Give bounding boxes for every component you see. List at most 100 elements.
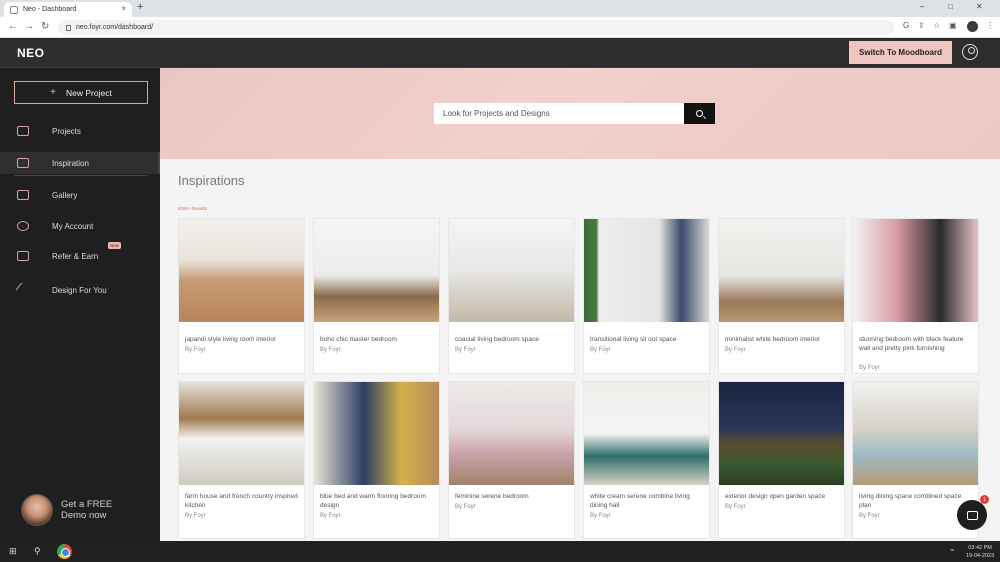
card-author: By Foyr	[455, 347, 476, 353]
search-icon[interactable]: ⚲	[34, 546, 41, 557]
plus-icon: +	[50, 87, 56, 98]
inspiration-card[interactable]: boho chic master bedroom By Foyr	[313, 218, 440, 374]
menu-dots-icon[interactable]: ⋮	[986, 21, 994, 30]
hero-banner: Look for Projects and Designs	[160, 68, 1000, 159]
sidebar-toggle-icon[interactable]: ▣	[949, 21, 957, 30]
design-thumbnail[interactable]	[314, 219, 439, 322]
user-icon	[17, 221, 29, 231]
forward-icon[interactable]: →	[24, 21, 34, 32]
design-thumbnail[interactable]	[584, 382, 709, 485]
back-icon[interactable]: ←	[8, 21, 18, 32]
inspiration-card[interactable]: exterior design open garden space By Foyr	[718, 381, 845, 539]
minimize-button[interactable]: –	[920, 2, 924, 11]
card-title: blue bed and warm flooring bedroom desig…	[320, 493, 426, 509]
card-title: minimalist white bedroom interior	[725, 336, 821, 343]
card-author: By Foyr	[320, 513, 341, 519]
address-bar[interactable]: neo.foyr.com/dashboard/	[58, 20, 894, 35]
user-account-icon[interactable]	[962, 44, 978, 60]
design-thumbnail[interactable]	[584, 219, 709, 322]
sidebar: + New Project Projects Inspiration Galle…	[0, 68, 160, 541]
sidebar-item-refer-earn[interactable]: Refer & Earn New	[0, 242, 160, 267]
card-author: By Foyr	[590, 347, 611, 353]
design-thumbnail[interactable]	[449, 382, 574, 485]
windows-start-icon[interactable]: ⊞	[9, 546, 17, 557]
card-author: By Foyr	[725, 504, 746, 510]
card-author: By Foyr	[185, 347, 206, 353]
close-tab-icon[interactable]: ×	[121, 4, 126, 13]
sidebar-item-projects[interactable]: Projects	[0, 120, 160, 142]
card-title: stunning bedroom with black feature wall…	[859, 336, 964, 352]
system-clock[interactable]: 03:42 PM 19-04-2023	[966, 544, 994, 560]
tab-title: Neo - Dashboard	[23, 6, 77, 13]
sidebar-item-my-account[interactable]: My Account	[0, 215, 160, 237]
sidebar-item-label: Gallery	[52, 190, 78, 200]
design-thumbnail[interactable]	[853, 382, 978, 485]
demo-text: Get a FREE Demo now	[61, 499, 112, 521]
inspiration-card[interactable]: feminine serene bedroom By Foyr	[448, 381, 575, 539]
card-title: white cream serene combine living dining…	[590, 493, 690, 509]
browser-profile-avatar[interactable]	[967, 21, 978, 32]
card-author: By Foyr	[859, 365, 880, 371]
sidebar-item-label: Design For You	[52, 285, 107, 295]
switch-to-moodboard-button[interactable]: Switch To Moodboard	[849, 41, 952, 64]
new-project-button[interactable]: + New Project	[14, 81, 148, 104]
sidebar-item-label: Inspiration	[52, 158, 89, 168]
inspiration-card[interactable]: transitional living sit out space By Foyr	[583, 218, 710, 374]
free-demo-promo[interactable]: Get a FREE Demo now	[21, 493, 112, 527]
sidebar-item-design-for-you[interactable]: Design For You	[0, 279, 160, 301]
folder-icon	[17, 126, 29, 136]
star-icon[interactable]: ☆	[933, 21, 940, 30]
google-icon[interactable]: G	[903, 21, 909, 30]
chat-notification-badge: 1	[980, 495, 989, 504]
inspiration-card[interactable]: white cream serene combine living dining…	[583, 381, 710, 539]
demo-line-2: Demo now	[61, 510, 107, 521]
card-author: By Foyr	[320, 347, 341, 353]
search-button[interactable]	[684, 103, 715, 124]
chrome-icon[interactable]	[57, 544, 72, 559]
new-badge: New	[108, 242, 122, 249]
card-author: By Foyr	[725, 347, 746, 353]
inspiration-card[interactable]: farm house and french country inspired k…	[178, 381, 305, 539]
browser-tab-strip: Neo - Dashboard × + – □ ✕	[0, 0, 1000, 17]
chat-button[interactable]	[957, 500, 987, 530]
reload-icon[interactable]: ↻	[41, 21, 49, 32]
design-thumbnail[interactable]	[449, 219, 574, 322]
search-icon	[696, 110, 703, 117]
maximize-button[interactable]: □	[948, 2, 953, 11]
design-thumbnail[interactable]	[314, 382, 439, 485]
inspiration-card[interactable]: coastal living bedroom space By Foyr	[448, 218, 575, 374]
favicon-icon	[10, 5, 18, 14]
sidebar-item-label: Projects	[52, 126, 81, 136]
card-author: By Foyr	[590, 513, 611, 519]
book-icon	[17, 158, 29, 168]
url-text: neo.foyr.com/dashboard/	[76, 24, 154, 31]
crown-icon	[17, 251, 29, 261]
card-title: transitional living sit out space	[590, 336, 677, 343]
close-window-button[interactable]: ✕	[976, 2, 983, 11]
inspiration-card[interactable]: stunning bedroom with black feature wall…	[852, 218, 979, 374]
results-count: 6150+ Results	[178, 206, 207, 211]
inspiration-card[interactable]: minimalist white bedroom interior By Foyr	[718, 218, 845, 374]
gallery-icon	[17, 190, 29, 200]
page-title: Inspirations	[178, 173, 245, 188]
design-thumbnail[interactable]	[179, 219, 304, 322]
search-input[interactable]: Look for Projects and Designs	[434, 103, 685, 124]
new-tab-button[interactable]: +	[137, 1, 143, 13]
clock-date: 19-04-2023	[966, 553, 995, 559]
design-thumbnail[interactable]	[853, 219, 978, 322]
app-logo[interactable]: NEO	[17, 46, 45, 60]
sidebar-item-gallery[interactable]: Gallery	[0, 184, 160, 206]
card-title: living dining space combined space plan	[859, 493, 962, 509]
card-author: By Foyr	[455, 504, 476, 510]
avatar	[21, 494, 53, 526]
design-thumbnail[interactable]	[719, 382, 844, 485]
share-icon[interactable]: ⇪	[918, 21, 925, 30]
divider	[14, 175, 147, 176]
browser-tab[interactable]: Neo - Dashboard ×	[4, 2, 132, 17]
inspiration-card[interactable]: blue bed and warm flooring bedroom desig…	[313, 381, 440, 539]
design-thumbnail[interactable]	[179, 382, 304, 485]
sidebar-item-inspiration[interactable]: Inspiration	[0, 152, 160, 174]
design-thumbnail[interactable]	[719, 219, 844, 322]
network-icon[interactable]: ⌁	[950, 546, 954, 554]
inspiration-card[interactable]: japandi style living room interior By Foy…	[178, 218, 305, 374]
